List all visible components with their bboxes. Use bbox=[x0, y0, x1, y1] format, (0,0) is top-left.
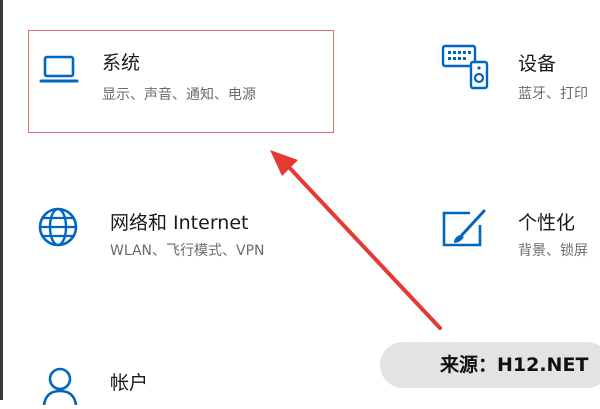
source-watermark: 来源：H12.NET bbox=[380, 342, 600, 388]
annotation-arrow bbox=[270, 150, 442, 330]
